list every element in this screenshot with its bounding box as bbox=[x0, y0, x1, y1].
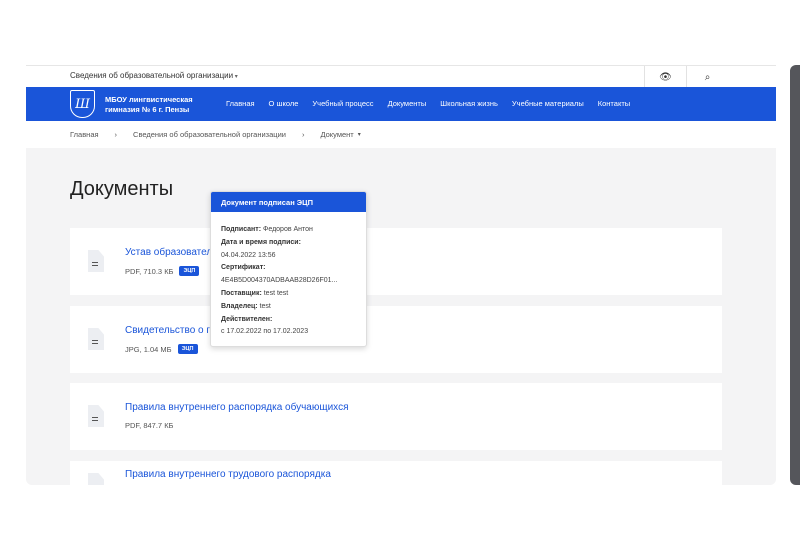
search-icon[interactable]: ⌕ bbox=[686, 66, 728, 88]
valid-label: Действителен: bbox=[221, 315, 273, 323]
main-nav: Ш МБОУ лингвистическая гимназия № 6 г. Пе… bbox=[26, 87, 776, 121]
cert-label: Сертификат: bbox=[221, 264, 266, 272]
nav-documents[interactable]: Документы bbox=[388, 99, 427, 108]
document-link[interactable]: Правила внутреннего распорядка обучающих… bbox=[125, 402, 349, 413]
document-item: Устав образовательного учреждения PDF, 7… bbox=[70, 228, 722, 295]
file-icon bbox=[88, 250, 104, 272]
supplier-label: Поставщик: bbox=[221, 289, 262, 297]
side-panel-edge bbox=[790, 65, 800, 485]
date-label: Дата и время подписи: bbox=[221, 238, 301, 246]
file-icon bbox=[88, 328, 104, 350]
document-item: Свидетельство о государственной аккредит… bbox=[70, 306, 722, 373]
breadcrumb-home[interactable]: Главная bbox=[70, 130, 99, 139]
document-item: Правила внутреннего трудового распорядка bbox=[70, 461, 722, 485]
nav-contacts[interactable]: Контакты bbox=[598, 99, 630, 108]
file-meta: PDF, 847.7 КБ bbox=[125, 421, 174, 430]
owner-label: Владелец: bbox=[221, 302, 258, 310]
cert-value: 4E4B5D004370ADBAAB28D26F01... bbox=[221, 277, 338, 285]
nav-materials[interactable]: Учебные материалы bbox=[512, 99, 584, 108]
nav-about[interactable]: О школе bbox=[269, 99, 299, 108]
file-icon bbox=[88, 405, 104, 427]
ecp-badge[interactable]: ЭЦП bbox=[179, 266, 200, 276]
date-value: 04.04.2022 13:56 bbox=[221, 251, 276, 259]
school-name[interactable]: МБОУ лингвистическая гимназия № 6 г. Пенз… bbox=[105, 95, 215, 115]
top-bar: Сведения об образовательной организации … bbox=[26, 65, 776, 88]
breadcrumb-document[interactable]: Документ bbox=[320, 130, 353, 139]
brand-line1: МБОУ лингвистическая bbox=[105, 95, 193, 104]
document-item: Правила внутреннего распорядка обучающих… bbox=[70, 383, 722, 450]
accessibility-eye-icon[interactable]: 👁 bbox=[644, 66, 686, 88]
org-info-dropdown[interactable]: Сведения об образовательной организации bbox=[70, 71, 238, 80]
owner-value: test bbox=[259, 302, 271, 310]
browser-page: Сведения об образовательной организации … bbox=[26, 65, 776, 485]
file-icon bbox=[88, 473, 104, 485]
tooltip-title: Документ подписан ЭЦП bbox=[211, 192, 366, 212]
school-logo[interactable]: Ш bbox=[70, 90, 95, 118]
ecp-badge[interactable]: ЭЦП bbox=[177, 344, 198, 354]
breadcrumb: Главная › Сведения об образовательной орг… bbox=[26, 121, 776, 148]
breadcrumb-org-info[interactable]: Сведения об образовательной организации bbox=[133, 130, 286, 139]
nav-education[interactable]: Учебный процесс bbox=[312, 99, 373, 108]
valid-value: с 17.02.2022 по 17.02.2023 bbox=[221, 328, 309, 336]
document-link[interactable]: Правила внутреннего трудового распорядка bbox=[125, 469, 331, 480]
signer-label: Подписант: bbox=[221, 226, 262, 233]
signer-value: Федоров Антон bbox=[263, 226, 313, 233]
file-meta: JPG, 1.04 МБ bbox=[125, 344, 172, 354]
file-meta: PDF, 710.3 КБ bbox=[125, 266, 174, 276]
page-title: Документы bbox=[70, 178, 174, 200]
supplier-value: test test bbox=[263, 289, 289, 297]
nav-home[interactable]: Главная bbox=[226, 99, 255, 108]
brand-line2: гимназия № 6 г. Пензы bbox=[105, 105, 190, 114]
signature-tooltip: Документ подписан ЭЦП Подписант: Федоров… bbox=[210, 191, 367, 347]
nav-school-life[interactable]: Школьная жизнь bbox=[440, 99, 498, 108]
logo-letter: Ш bbox=[75, 96, 90, 112]
